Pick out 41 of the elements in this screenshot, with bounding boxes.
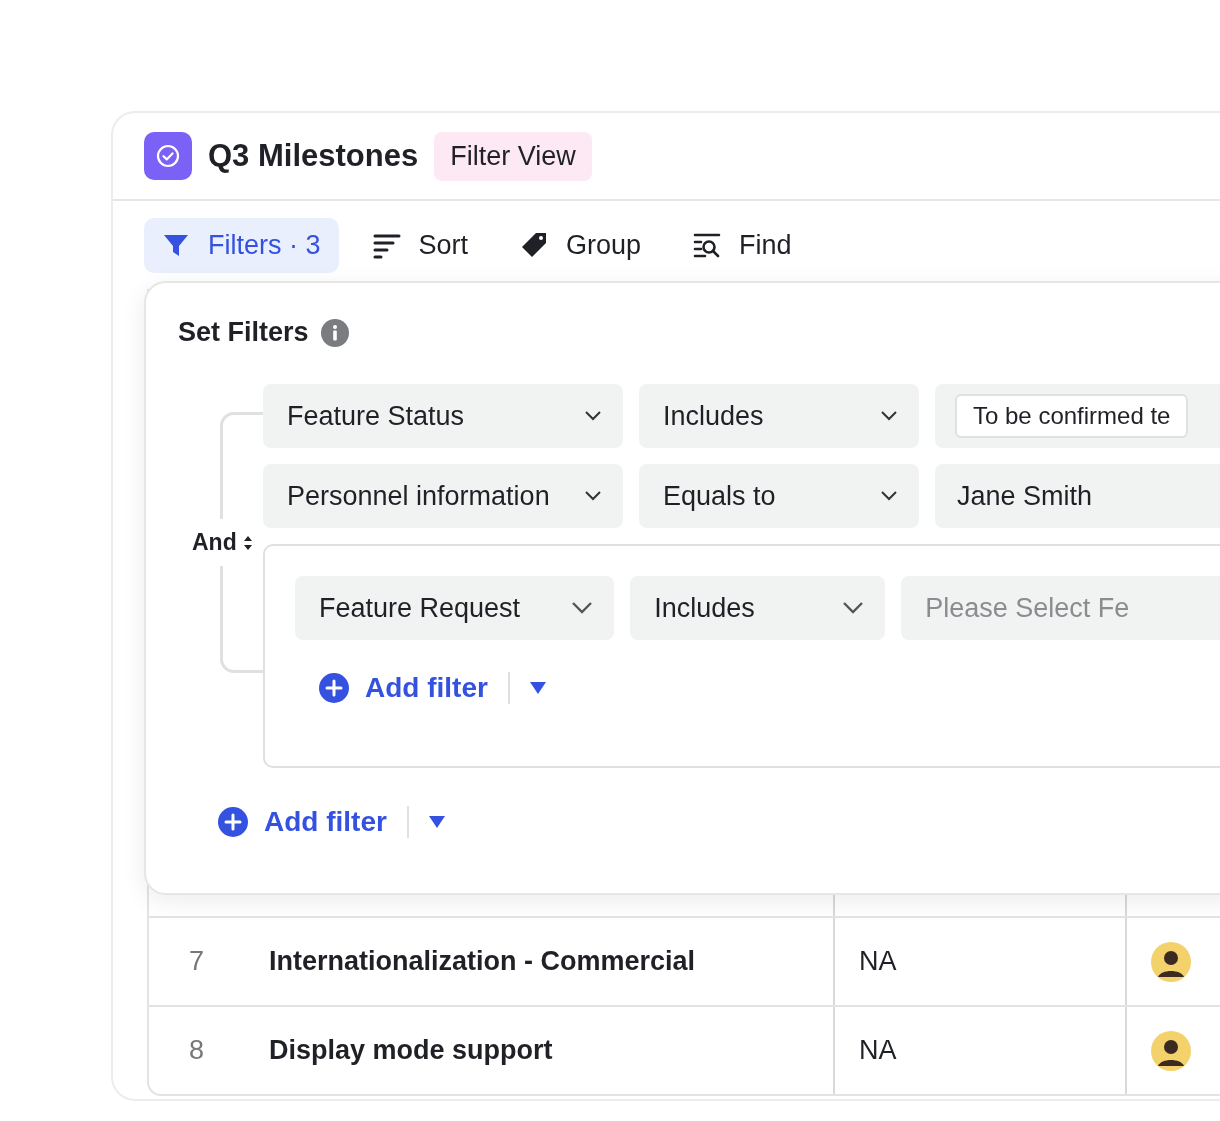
operator-dropdown[interactable]: Includes — [630, 576, 886, 640]
panel-title: Set Filters — [178, 317, 309, 348]
view-type-badge: Filter View — [434, 131, 592, 181]
chevron-down-icon — [572, 602, 593, 614]
operator-dropdown[interactable]: Includes — [639, 384, 919, 448]
field-dropdown[interactable]: Feature Status — [263, 384, 623, 448]
table-cell: Internationalization - Commercial — [269, 946, 696, 977]
tag-icon — [520, 231, 549, 259]
value-field[interactable]: To be confirmed te — [935, 384, 1220, 448]
table-cell: Display mode support — [269, 1035, 553, 1066]
group-button[interactable]: Group — [502, 217, 660, 273]
operator-dropdown[interactable]: Equals to — [639, 464, 919, 528]
plus-circle-icon — [218, 807, 248, 837]
avatar-icon — [1151, 1030, 1191, 1071]
view-title: Q3 Milestones — [208, 138, 419, 174]
avatar-icon — [1151, 941, 1191, 982]
chevron-down-icon — [585, 491, 601, 501]
add-filter-button[interactable]: Add filter — [218, 806, 387, 838]
chevron-down-icon — [843, 602, 864, 614]
filter-button[interactable]: Filters · 3 — [144, 217, 339, 273]
row-number: 8 — [188, 1035, 206, 1066]
field-dropdown[interactable]: Feature Request — [295, 576, 615, 640]
chevron-down-icon — [881, 411, 897, 421]
value-tag: To be confirmed te — [955, 394, 1189, 438]
conjunction-dropdown[interactable]: And — [192, 519, 253, 566]
value-field[interactable]: Jane Smith — [935, 464, 1220, 528]
field-dropdown[interactable]: Personnel information — [263, 464, 623, 528]
dropdown-triangle-icon[interactable] — [428, 816, 445, 828]
plus-circle-icon — [319, 673, 349, 703]
add-filter-button[interactable]: Add filter — [319, 672, 488, 704]
chevron-down-icon — [881, 491, 897, 501]
chevron-down-icon — [585, 411, 601, 421]
dropdown-triangle-icon[interactable] — [529, 682, 546, 694]
info-icon — [320, 318, 349, 347]
sort-button[interactable]: Sort — [354, 217, 487, 273]
search-icon — [693, 231, 722, 259]
table-cell: NA — [859, 1035, 897, 1066]
row-number: 7 — [188, 946, 206, 977]
table-cell: NA — [859, 946, 897, 977]
up-down-icon — [242, 534, 253, 551]
find-button[interactable]: Find — [675, 217, 810, 273]
